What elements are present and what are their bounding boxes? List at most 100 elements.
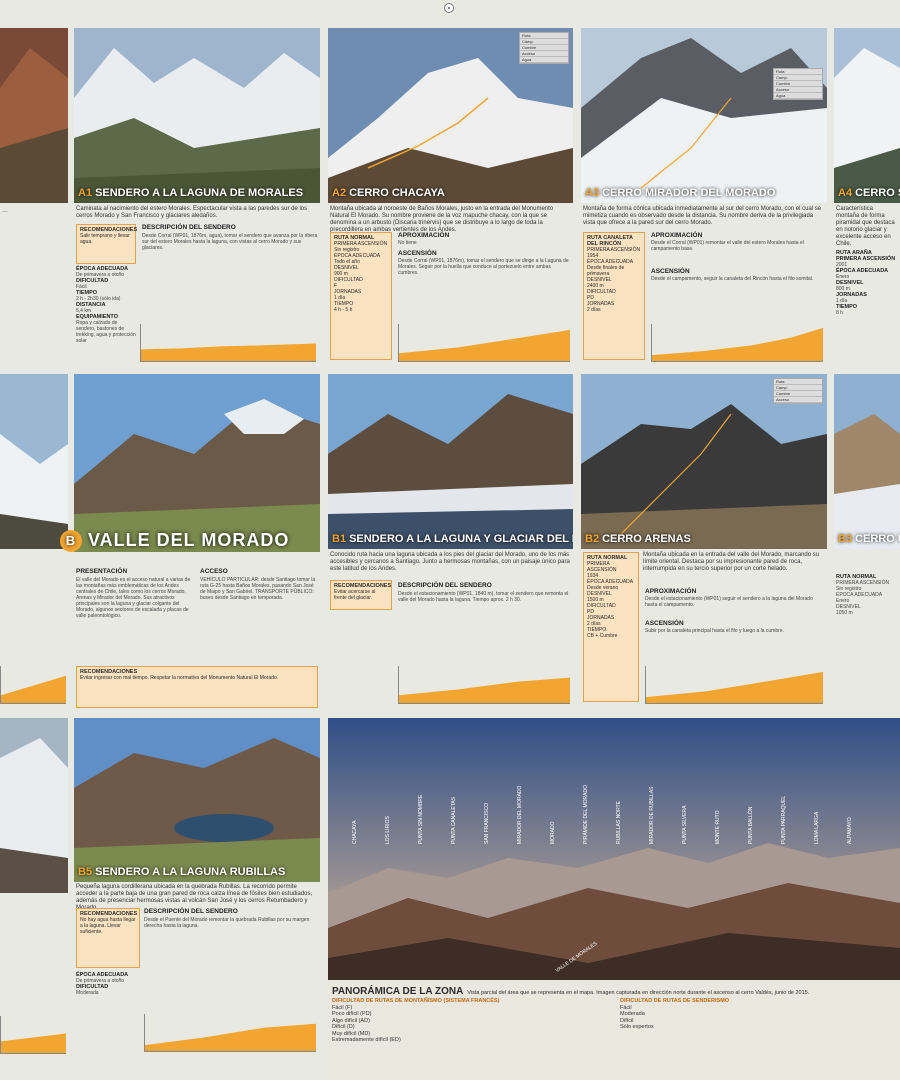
- recommendations-box: RECOMENDACIONES Salir temprano y llevar a…: [76, 224, 137, 264]
- peak-label: PUNTA SIN NOMBRE: [418, 794, 424, 844]
- panorama-panel: CHACAYA LOS LIRIOS PUNTA SIN NOMBRE PUNTA C…: [328, 718, 900, 1080]
- map-legend: Ruta Camp. Cumbre Acceso Agua: [519, 32, 569, 64]
- peak-label: PIRÁMIDE DEL MORADO: [583, 785, 589, 844]
- route-meta: RUTA ARAÑA PRIMERA ASCENSIÓN 2001 ÉPOCA A…: [836, 250, 896, 316]
- peak-label: PUNTA PARRAQUEL: [781, 795, 787, 844]
- route-card-b3: B3CERRO UNIÓN RUTA NORMALPRIMERA ASCENSI…: [834, 374, 900, 712]
- route-caption: B2 CERRO ARENAS: [585, 533, 691, 545]
- approach-heading: APROXIMACIÓN: [398, 232, 450, 239]
- approach-text: Desde el estacionamiento (WP01) seguir e…: [645, 596, 813, 608]
- ascent-text: Desde Corral (WP01, 1876m), tomar el sen…: [398, 258, 569, 276]
- route-card-a1: A1 SENDERO A LA LAGUNA DE MORALES Caminat…: [74, 28, 320, 368]
- peak-label: MONTE RUTO: [715, 810, 721, 844]
- description-text: Desde el estacionamiento (WP01, 1840 m),…: [398, 591, 569, 603]
- description-heading: DESCRIPCIÓN DEL SENDERO: [398, 582, 492, 589]
- ascent-heading: ASCENSIÓN: [651, 268, 690, 275]
- route-caption: A4CERRO SAN FRANCISCO: [838, 187, 900, 199]
- peak-label: MIRADOR DE RUBILLAS: [649, 786, 655, 844]
- description-heading: DESCRIPCIÓN DEL SENDERO: [142, 224, 236, 231]
- route-intro: Montaña ubicada al noroeste de Baños Mor…: [330, 206, 554, 233]
- route-intro: Conocido ruta hacia una laguna ubicada a…: [330, 552, 570, 572]
- ascent-text: Desde el campamento, seguir la canaleta …: [651, 276, 814, 282]
- section-b-title: B VALLE DEL MORADO: [60, 530, 289, 553]
- recommendations-box: RECOMENDACIONES No hay agua hasta llegar …: [76, 908, 140, 968]
- elevation-profile: [398, 324, 570, 362]
- route-caption: B5 SENDERO A LA LAGUNA RUBILLAS: [78, 866, 286, 878]
- route-intro: Característica montaña de forma piramida…: [836, 206, 895, 247]
- valley-photo: [74, 374, 320, 552]
- route-caption: A1 SENDERO A LA LAGUNA DE MORALES: [78, 187, 304, 199]
- peak-label: ALPAMAYO: [847, 817, 853, 844]
- presentation-text: El valle del Morado es el acceso natural…: [76, 577, 191, 619]
- route-card-b5: B5 SENDERO A LA LAGUNA RUBILLAS Pequeña l…: [74, 718, 320, 1058]
- ascent-heading: ASCENSIÓN: [645, 620, 684, 627]
- description-text: Desde el Puente del Morado remontar la q…: [144, 917, 310, 929]
- elevation-profile: [144, 1014, 316, 1052]
- description-text: Desde Corral (WP01, 1876m, agua), tomar …: [142, 233, 318, 251]
- peak-label: LOS LIRIOS: [385, 816, 391, 844]
- partial-column-left-mid: [0, 374, 68, 712]
- route-photo: B1SENDERO A LA LAGUNA Y GLACIAR DEL MORA…: [328, 374, 573, 549]
- route-photo: B3CERRO UNIÓN: [834, 374, 900, 549]
- elevation-profile: [398, 666, 570, 704]
- elevation-profile: [0, 666, 66, 704]
- approach-text: No tiene: [398, 240, 417, 246]
- route-intro: Montaña de forma cónica ubicada inmediat…: [583, 206, 822, 226]
- route-box: RUTA CANALETA DEL RINCÓN PRIMERA ASCENSIÓ…: [583, 232, 645, 360]
- route-box: RUTA NORMAL PRIMERA ASCENSIÓN 1934 ÉPOCA AD…: [583, 552, 639, 702]
- route-caption: A2 CERRO CHACAYA: [332, 187, 445, 199]
- elevation-profile: [140, 324, 316, 362]
- map-legend: Ruta Camp. Cumbre Acceso Agua: [773, 68, 823, 100]
- approach-text: Desde el Corral (WP01) remontar el valle…: [651, 240, 804, 252]
- peak-label: PUNTA CANALETAS: [451, 796, 457, 844]
- mountaineering-ratings: DIFICULTAD DE RUTAS DE MONTAÑISMO (SISTE…: [332, 998, 614, 1044]
- route-card-b2: B2 CERRO ARENAS Ruta Camp. Cumbre Acceso Mon…: [581, 374, 827, 712]
- route-meta: RUTA NORMAL PRIMERA ASCENSIÓN Sin registro…: [836, 574, 890, 616]
- peak-label: SAN FRANCISCO: [484, 802, 490, 844]
- elevation-profile: [651, 324, 823, 362]
- elevation-profile: [645, 666, 823, 704]
- fold-mark-top: [444, 3, 454, 13]
- panorama-peak-labels: CHACAYA LOS LIRIOS PUNTA SIN NOMBRE PUNTA C…: [328, 728, 900, 868]
- route-photo: B5 SENDERO A LA LAGUNA RUBILLAS: [74, 718, 320, 882]
- route-card-b1: B1SENDERO A LA LAGUNA Y GLACIAR DEL MORA…: [328, 374, 573, 712]
- route-meta: ÉPOCA ADECUADA De primavera a otoño DIFIC…: [76, 972, 129, 996]
- route-intro: Montaña ubicada en la entrada del valle …: [643, 552, 820, 572]
- route-card-a4: A4CERRO SAN FRANCISCO Característica mon…: [834, 28, 900, 368]
- description-heading: DESCRIPCIÓN DEL SENDERO: [144, 908, 238, 915]
- panorama-title: PANORÁMICA DE LA ZONA Vista parcial del á…: [332, 986, 810, 997]
- map-legend: Ruta Camp. Cumbre Acceso: [773, 378, 823, 404]
- rating-row: Extremadamente difícil (ED): [332, 1037, 401, 1043]
- mountain-photo: [0, 718, 68, 893]
- peak-label: CHACAYA: [352, 820, 358, 844]
- ascent-text: Subir por la canaleta principal hasta el…: [645, 628, 784, 634]
- peak-label: PUNTA BALLÓN: [748, 806, 754, 844]
- access-text: VEHÍCULO PARTICULAR: desde Santiago toma…: [200, 577, 316, 601]
- route-meta: ÉPOCA ADECUADA De primavera a otoño DIFIC…: [76, 266, 136, 344]
- route-photo: A2 CERRO CHACAYA Ruta Camp. Cumbre Acceso Agu…: [328, 28, 573, 203]
- partial-column-left-top: …: [0, 28, 68, 368]
- presentation-heading: PRESENTACIÓN: [76, 568, 128, 575]
- ascent-heading: ASCENSIÓN: [398, 250, 437, 257]
- mountain-photo: [0, 374, 68, 549]
- route-photo: A1 SENDERO A LA LAGUNA DE MORALES: [74, 28, 320, 203]
- approach-heading: APROXIMACIÓN: [645, 588, 697, 595]
- partial-column-left-bottom: [0, 718, 68, 1058]
- elevation-profile: [0, 1016, 66, 1054]
- rating-row: Sólo expertos: [620, 1024, 654, 1030]
- route-caption: A3 CERRO MIRADOR DEL MORADO: [585, 187, 776, 199]
- recommendations-box: RECOMENDACIONES Evitar acercarse al frent…: [330, 580, 392, 610]
- route-box: RUTA NORMAL PRIMERA ASCENSIÓN Sin registro…: [330, 232, 392, 360]
- route-photo: A4CERRO SAN FRANCISCO: [834, 28, 900, 203]
- route-caption: B3CERRO UNIÓN: [838, 533, 900, 545]
- peak-label: MIRADOR DEL MORADO: [517, 785, 523, 844]
- approach-heading: APROXIMACIÓN: [651, 232, 703, 239]
- partial-text: …: [2, 208, 8, 214]
- route-card-a3: A3 CERRO MIRADOR DEL MORADO Ruta Camp. Cumb…: [581, 28, 827, 368]
- route-intro: Caminata al nacimiento del estero Morale…: [76, 206, 308, 219]
- mountain-photo: [0, 28, 68, 203]
- route-photo: B2 CERRO ARENAS Ruta Camp. Cumbre Acceso: [581, 374, 827, 549]
- peak-label: PUNTA SILVERA: [682, 805, 688, 844]
- route-caption: B1SENDERO A LA LAGUNA Y GLACIAR DEL MORA…: [332, 533, 573, 545]
- route-card-a2: A2 CERRO CHACAYA Ruta Camp. Cumbre Acceso Agu…: [328, 28, 573, 368]
